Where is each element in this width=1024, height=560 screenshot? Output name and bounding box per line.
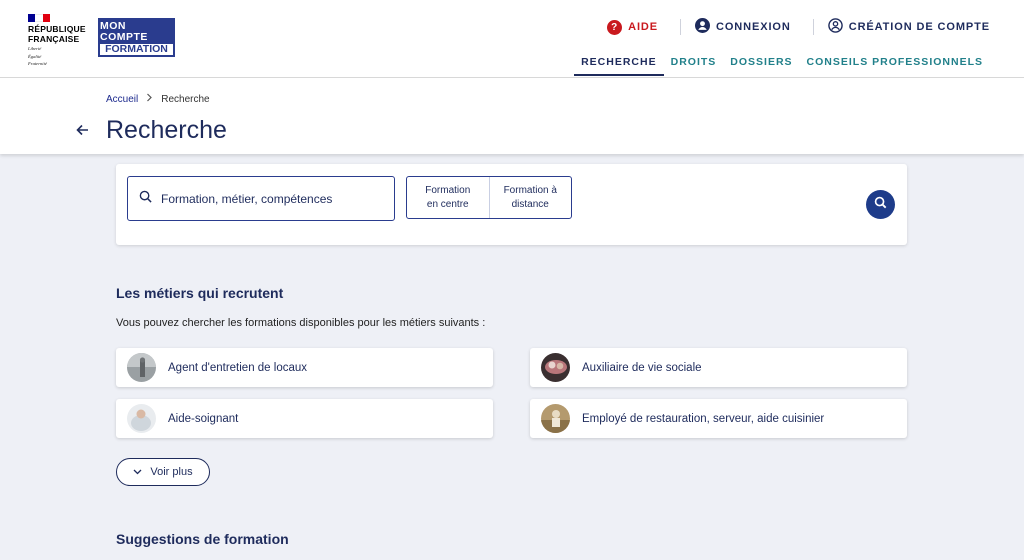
search-card: Formation, métier, compétences Formation… [116,164,907,245]
logo-line-2: FORMATION [100,43,173,55]
job-label: Agent d'entretien de locaux [168,361,308,374]
mode-en-centre-line-1: Formation [425,184,471,196]
creation-compte-label: CRÉATION DE COMPTE [848,21,990,33]
voir-plus-button[interactable]: Voir plus [116,458,210,486]
nav-dossiers[interactable]: DOSSIERS [723,56,799,76]
breadcrumb-home-link[interactable]: Accueil [106,94,138,105]
job-label: Employé de restauration, serveur, aide c… [582,412,825,425]
connexion-link[interactable]: CONNEXION [695,18,791,36]
metiers-description: Vous pouvez chercher les formations disp… [116,317,486,329]
job-card-employe-restauration[interactable]: Employé de restauration, serveur, aide c… [530,399,907,438]
nav-conseils-professionnels[interactable]: CONSEILS PROFESSIONNELS [800,56,990,76]
search-placeholder: Formation, métier, compétences [161,191,333,206]
help-icon: ? [607,19,623,35]
job-avatar [541,404,570,433]
mon-compte-formation-logo[interactable]: MON COMPTE FORMATION [98,18,175,57]
breadcrumb: Accueil Recherche [106,93,210,105]
chevron-right-icon [146,93,153,105]
job-label: Auxiliaire de vie sociale [582,361,702,374]
site-header: RÉPUBLIQUE FRANÇAISE Liberté Égalité Fra… [0,0,1024,78]
divider [812,19,814,35]
voir-plus-label: Voir plus [150,466,193,478]
job-card-aide-soignant[interactable]: Aide-soignant [116,399,493,438]
aide-link[interactable]: ? AIDE [607,19,658,35]
motto-fraternite: Fraternité [28,61,47,67]
logo-line-1: MON COMPTE [100,19,148,43]
mode-a-distance-line-2: distance [511,198,549,210]
mode-a-distance-option[interactable]: Formation à distance [488,177,572,218]
job-avatar [127,404,156,433]
job-card-auxiliaire-vie-sociale[interactable]: Auxiliaire de vie sociale [530,348,907,387]
main-nav: RECHERCHE DROITS DOSSIERS CONSEILS PROFE… [574,56,990,76]
republique-francaise-logo[interactable]: RÉPUBLIQUE FRANÇAISE Liberté Égalité Fra… [28,14,88,67]
page-title: Recherche [106,116,227,144]
creation-compte-link[interactable]: CRÉATION DE COMPTE [827,18,990,36]
connexion-label: CONNEXION [716,21,791,33]
job-avatar [127,353,156,382]
user-outline-icon [827,18,843,36]
republique-line-2: FRANÇAISE [28,33,80,44]
motto-egalite: Égalité [28,53,42,59]
motto-liberte: Liberté [28,46,42,51]
job-label: Aide-soignant [168,412,239,425]
mode-en-centre-option[interactable]: Formation en centre [407,177,489,218]
breadcrumb-current: Recherche [161,93,210,105]
search-icon [139,190,152,208]
job-avatar [541,353,570,382]
search-input[interactable]: Formation, métier, compétences [127,176,395,221]
nav-droits[interactable]: DROITS [664,56,724,76]
job-card-agent-entretien[interactable]: Agent d'entretien de locaux [116,348,493,387]
metiers-section-title: Les métiers qui recrutent [116,285,284,301]
aide-label: AIDE [628,21,658,33]
mode-a-distance-line-1: Formation à [503,184,557,196]
nav-recherche[interactable]: RECHERCHE [574,56,664,76]
back-arrow-icon[interactable] [76,123,89,141]
training-mode-toggle: Formation en centre Formation à distance [406,176,572,219]
chevron-down-icon [133,466,142,478]
divider [680,19,681,35]
user-filled-icon [695,18,710,36]
french-flag-icon [28,14,50,22]
title-bar: Accueil Recherche Recherche [0,78,1024,154]
mode-en-centre-line-2: en centre [426,198,469,210]
search-button[interactable] [866,190,895,219]
search-icon [874,196,887,214]
suggestions-section-title: Suggestions de formation [116,531,289,547]
top-links: ? AIDE CONNEXION CRÉATION DE COMPTE [607,18,990,36]
